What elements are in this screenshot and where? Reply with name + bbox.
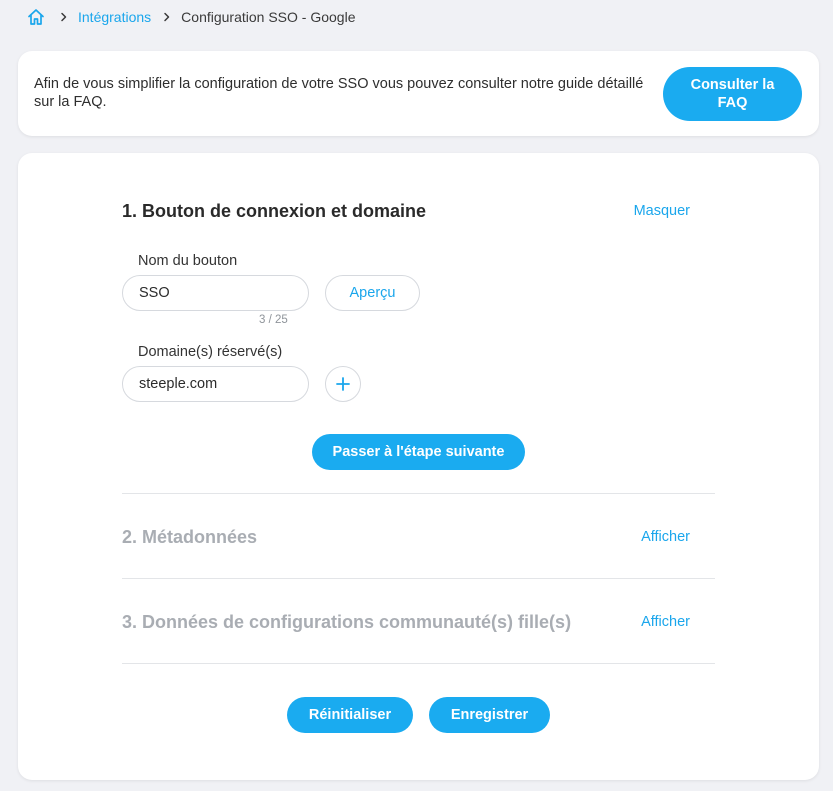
save-button[interactable]: Enregistrer xyxy=(429,697,550,733)
home-icon[interactable] xyxy=(26,7,46,27)
plus-icon xyxy=(336,377,350,391)
chevron-right-icon xyxy=(159,9,175,25)
next-step-button[interactable]: Passer à l'étape suivante xyxy=(312,434,525,470)
chevron-right-icon xyxy=(56,9,72,25)
button-name-input[interactable] xyxy=(122,275,309,311)
section-divider xyxy=(122,663,715,664)
section-divider xyxy=(122,578,715,579)
sso-config-card: 1. Bouton de connexion et domaine Masque… xyxy=(18,153,819,780)
section-divider xyxy=(122,493,715,494)
breadcrumb: Intégrations Configuration SSO - Google xyxy=(26,6,356,28)
button-name-label: Nom du bouton xyxy=(138,253,238,269)
section-2-title: 2. Métadonnées xyxy=(122,527,258,547)
reserved-domains-label: Domaine(s) réservé(s) xyxy=(138,344,283,360)
domain-input[interactable] xyxy=(122,366,309,402)
section-2-show-toggle[interactable]: Afficher xyxy=(641,529,690,545)
add-domain-button[interactable] xyxy=(325,366,361,402)
section-1-title: 1. Bouton de connexion et domaine xyxy=(122,201,427,221)
breadcrumb-current: Configuration SSO - Google xyxy=(181,9,356,25)
section-1-hide-toggle[interactable]: Masquer xyxy=(634,203,690,219)
faq-info-text: Afin de vous simplifier la configuration… xyxy=(34,76,644,110)
faq-info-card: Afin de vous simplifier la configuration… xyxy=(18,51,819,136)
section-3-title: 3. Données de configurations communauté(… xyxy=(122,612,572,632)
breadcrumb-link-integrations[interactable]: Intégrations xyxy=(78,9,151,25)
consult-faq-button[interactable]: Consulter la FAQ xyxy=(663,67,802,121)
preview-button[interactable]: Aperçu xyxy=(325,275,420,311)
button-name-counter: 3 / 25 xyxy=(259,314,288,326)
reset-button[interactable]: Réinitialiser xyxy=(287,697,413,733)
section-3-show-toggle[interactable]: Afficher xyxy=(641,614,690,630)
